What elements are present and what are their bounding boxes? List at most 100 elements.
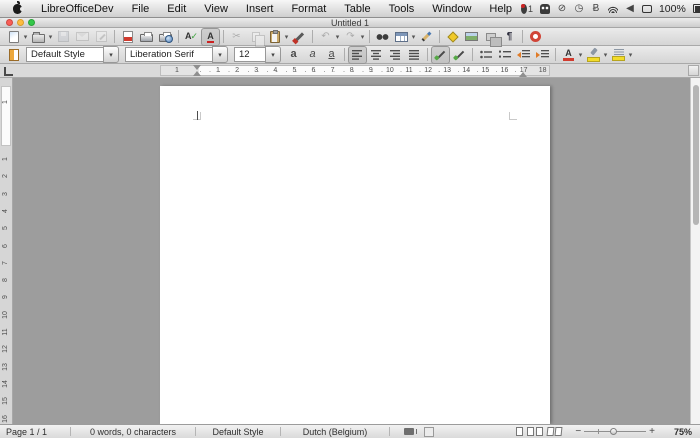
styles-button[interactable] xyxy=(4,46,23,64)
bullet-list-button[interactable] xyxy=(476,46,495,64)
font-size-value[interactable]: 12 xyxy=(234,47,266,62)
navigator-button[interactable] xyxy=(443,28,462,46)
highlighting-dropdown-arrow-icon[interactable]: ▾ xyxy=(602,51,609,59)
help-button[interactable] xyxy=(526,28,545,46)
background-color-dropdown-arrow-icon[interactable]: ▾ xyxy=(627,51,634,59)
new-dropdown-arrow-icon[interactable]: ▾ xyxy=(22,33,29,41)
cut-button[interactable]: ✂ xyxy=(227,28,246,46)
volume-icon[interactable]: ◀ xyxy=(625,3,635,15)
gallery-button[interactable] xyxy=(462,28,481,46)
spelling-button[interactable]: A ✓ xyxy=(182,28,201,46)
justify-button[interactable] xyxy=(405,46,424,64)
open-button[interactable] xyxy=(29,28,48,46)
menu-item[interactable]: Window xyxy=(423,1,480,17)
new-document-button[interactable] xyxy=(4,28,23,46)
zoom-in-button[interactable]: + xyxy=(646,426,658,437)
bold-button[interactable]: a xyxy=(284,46,303,64)
book-view-button[interactable] xyxy=(546,427,555,436)
edit-file-button[interactable] xyxy=(92,28,111,46)
apple-menu[interactable] xyxy=(0,0,32,14)
vault-menu-icon[interactable] xyxy=(539,3,550,15)
battery-percent[interactable]: 100% xyxy=(659,3,686,15)
find-replace-button[interactable] xyxy=(373,28,392,46)
display-mirroring-icon[interactable] xyxy=(641,3,652,15)
messages-status-icon[interactable]: 1 xyxy=(521,3,533,15)
font-name-dropdown-button[interactable]: ▾ xyxy=(212,46,228,63)
bluetooth-icon[interactable]: Ƀ xyxy=(591,3,601,15)
menu-item[interactable]: File xyxy=(123,1,159,17)
menu-item[interactable]: Edit xyxy=(158,1,195,17)
paste-button[interactable] xyxy=(265,28,284,46)
paragraph-style-dropdown-button[interactable]: ▾ xyxy=(103,46,119,63)
zoom-out-button[interactable]: − xyxy=(572,426,584,437)
zoom-slider-thumb[interactable] xyxy=(610,428,618,435)
paragraph-style-value[interactable]: Default Style xyxy=(26,47,104,62)
menu-item[interactable]: View xyxy=(195,1,237,17)
save-button[interactable] xyxy=(54,28,73,46)
ruler-corner-button[interactable] xyxy=(688,65,699,76)
menu-item[interactable]: Insert xyxy=(237,1,283,17)
draw-functions-button[interactable] xyxy=(417,28,436,46)
zoom-slider[interactable] xyxy=(584,427,647,436)
menu-item[interactable]: LibreOfficeDev xyxy=(32,1,123,17)
decrease-indent-button[interactable] xyxy=(514,46,533,64)
zoom-button[interactable] xyxy=(28,19,35,26)
insert-mode-icon[interactable] xyxy=(404,428,417,435)
time-machine-icon[interactable]: ◷ xyxy=(574,3,584,15)
font-name-value[interactable]: Liberation Serif xyxy=(125,47,213,62)
increase-indent-button[interactable] xyxy=(533,46,552,64)
insert-table-button[interactable] xyxy=(392,28,411,46)
highlighting-button[interactable] xyxy=(584,46,603,64)
word-count-status[interactable]: 0 words, 0 characters xyxy=(71,427,195,437)
font-color-button[interactable]: A xyxy=(559,46,578,64)
vertical-ruler[interactable]: 1 1 2 3 4 5 6 7 8 9 10 11 12 13 14 15 16 xyxy=(0,78,13,424)
copy-button[interactable] xyxy=(246,28,265,47)
autospellcheck-button[interactable]: A xyxy=(201,27,220,46)
pen-toggle-button-1[interactable] xyxy=(431,45,450,64)
paste-dropdown-arrow-icon[interactable]: ▾ xyxy=(283,33,290,41)
single-page-view-button[interactable] xyxy=(516,427,524,436)
open-dropdown-arrow-icon[interactable]: ▾ xyxy=(47,33,54,41)
multi-page-view-button[interactable] xyxy=(527,427,535,436)
wifi-icon[interactable] xyxy=(607,3,618,15)
close-button[interactable] xyxy=(6,19,13,26)
print-button[interactable] xyxy=(137,28,156,46)
pen-toggle-button-2[interactable] xyxy=(450,46,469,64)
zoom-level[interactable]: 75% xyxy=(658,427,700,437)
page-style-status[interactable]: Default Style xyxy=(196,427,280,437)
align-center-button[interactable] xyxy=(367,46,386,64)
scrollbar-thumb[interactable] xyxy=(692,85,699,225)
redo-dropdown-arrow-icon[interactable]: ▾ xyxy=(359,33,366,41)
menu-item[interactable]: Help xyxy=(480,1,521,17)
selection-mode-icon[interactable] xyxy=(424,426,434,437)
menu-item[interactable]: Format xyxy=(282,1,335,17)
do-not-disturb-icon[interactable]: ⊘ xyxy=(557,3,567,15)
language-status[interactable]: Dutch (Belgium) xyxy=(281,427,389,437)
indent-marker[interactable] xyxy=(193,65,202,76)
clone-formatting-button[interactable] xyxy=(290,28,309,46)
font-size-dropdown-button[interactable]: ▾ xyxy=(265,46,281,63)
undo-dropdown-arrow-icon[interactable]: ▾ xyxy=(334,33,341,41)
underline-button[interactable]: a xyxy=(322,46,341,64)
font-color-dropdown-arrow-icon[interactable]: ▾ xyxy=(577,51,584,59)
menu-item[interactable]: Table xyxy=(335,1,379,17)
redo-button[interactable]: ↷ xyxy=(341,28,360,46)
export-pdf-button[interactable] xyxy=(118,28,137,46)
numbered-list-button[interactable] xyxy=(495,46,514,64)
formatting-marks-button[interactable]: ¶ xyxy=(500,28,519,46)
page-preview-button[interactable] xyxy=(156,28,175,46)
page-number-status[interactable]: Page 1 / 1 xyxy=(0,427,70,437)
minimize-button[interactable] xyxy=(17,19,24,26)
data-sources-button[interactable] xyxy=(481,28,502,47)
align-right-button[interactable] xyxy=(386,46,405,64)
italic-button[interactable]: a xyxy=(303,46,322,64)
menu-item[interactable]: Tools xyxy=(380,1,424,17)
background-color-button[interactable] xyxy=(609,46,628,64)
title-bar[interactable]: Untitled 1 xyxy=(0,18,700,28)
align-left-button[interactable] xyxy=(348,45,367,64)
right-indent-marker[interactable] xyxy=(519,70,528,77)
document-page[interactable] xyxy=(160,86,550,424)
email-document-button[interactable] xyxy=(73,28,92,46)
tab-stop-type-selector[interactable] xyxy=(4,67,13,76)
table-dropdown-arrow-icon[interactable]: ▾ xyxy=(410,33,417,41)
